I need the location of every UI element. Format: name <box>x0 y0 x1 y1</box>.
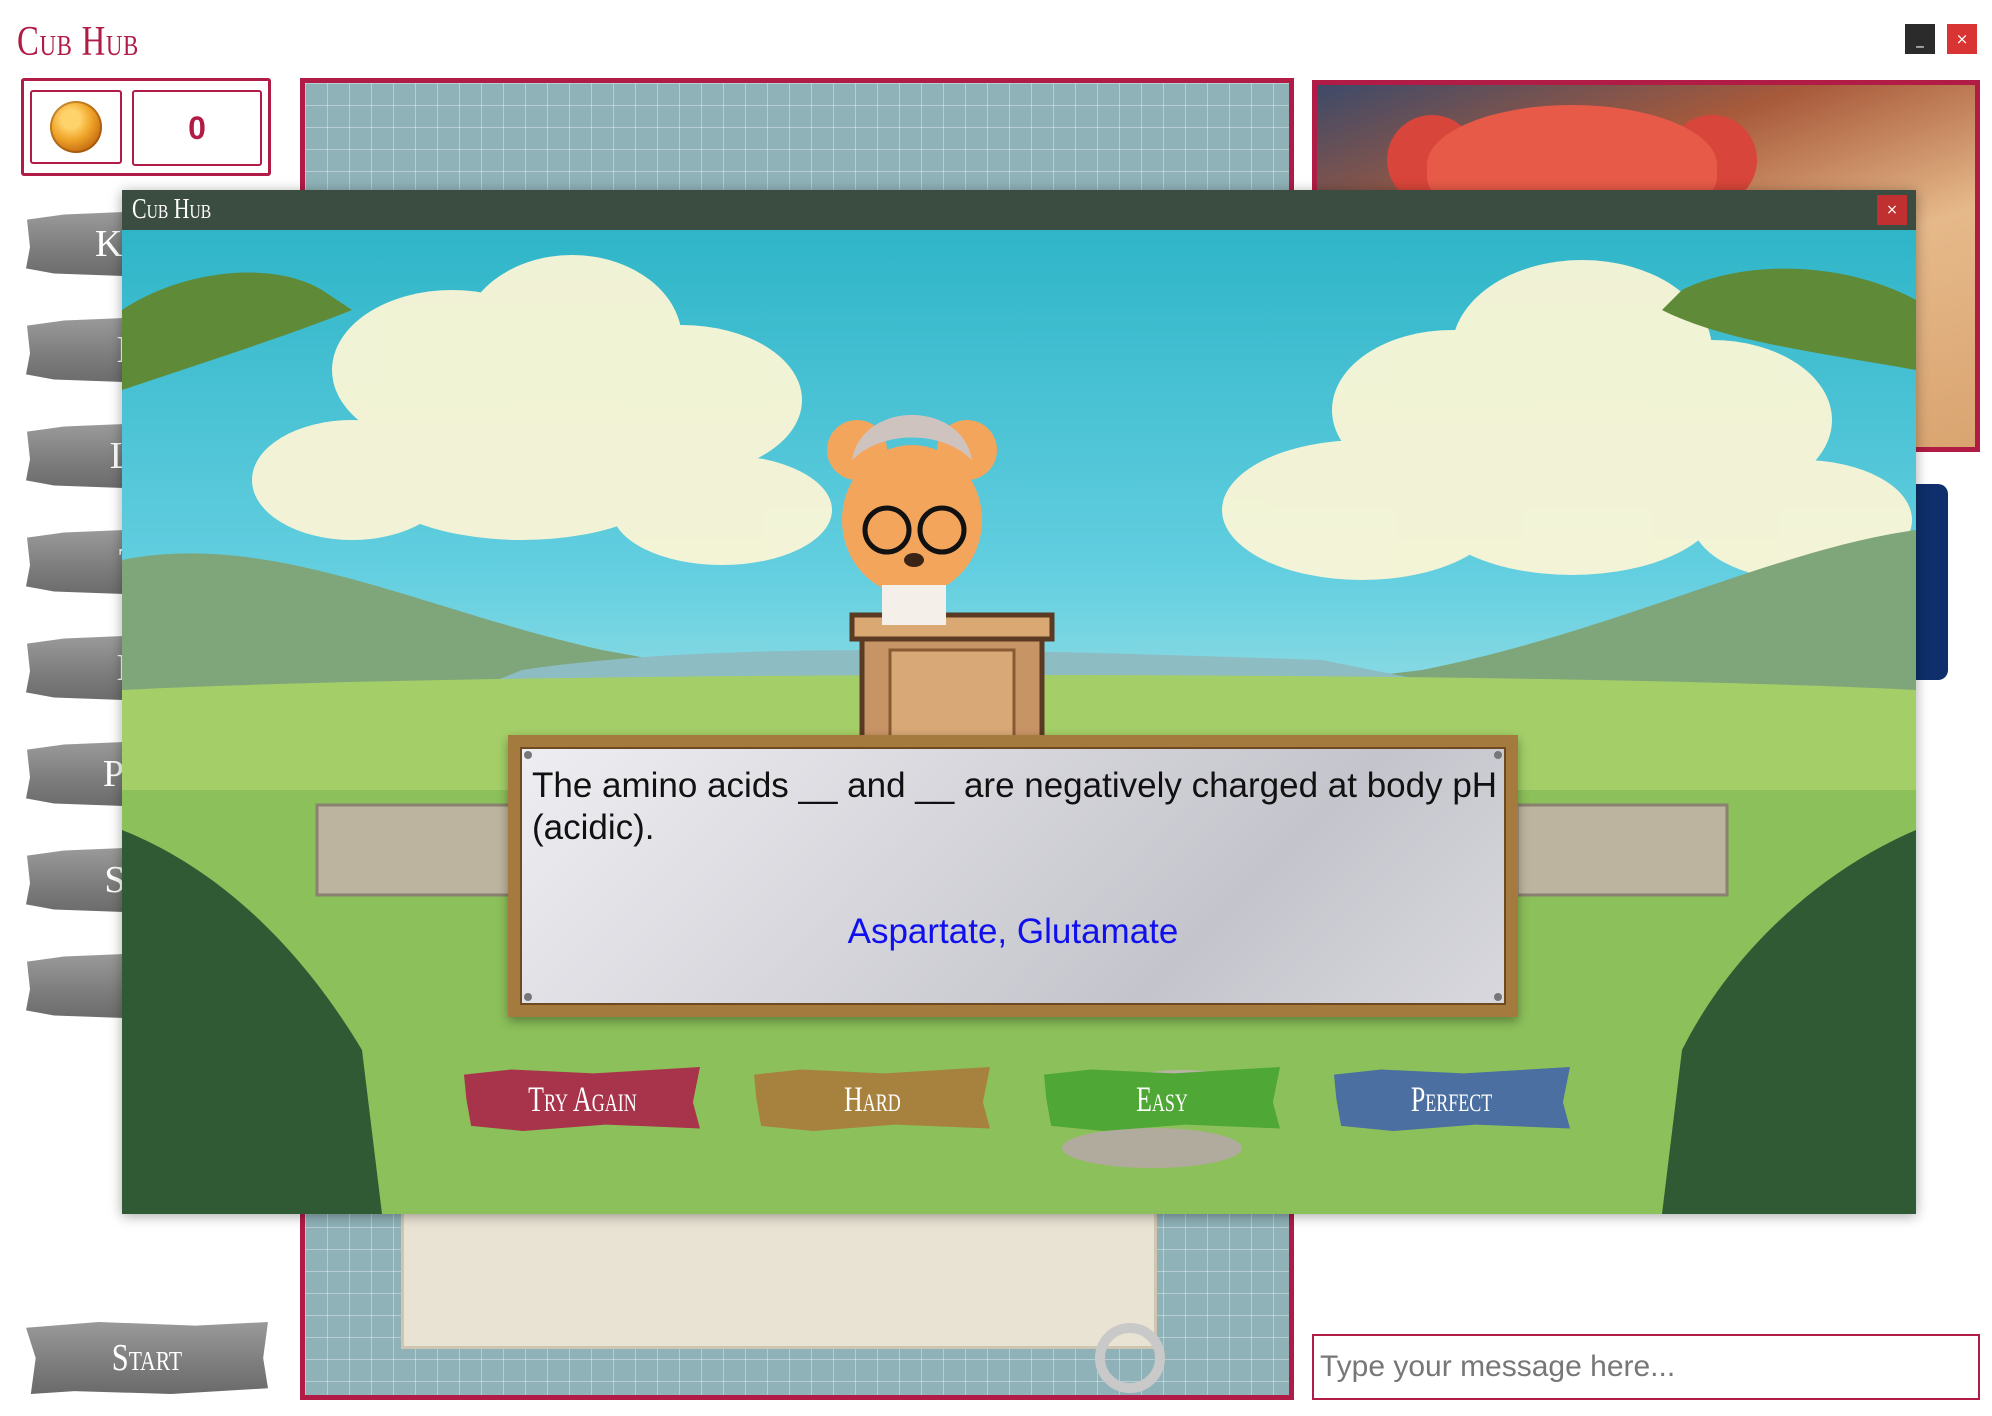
landscape-illustration <box>122 255 1916 1214</box>
app-title: Cub Hub <box>17 19 140 65</box>
hard-label: Hard <box>843 1079 901 1119</box>
nav-item-4[interactable]: T <box>26 530 124 594</box>
start-button[interactable]: Start <box>26 1322 268 1394</box>
nav-item-1[interactable]: Kn <box>26 212 124 276</box>
rivet <box>1494 993 1502 1001</box>
scene-illustration <box>122 230 1916 1214</box>
close-button[interactable]: × <box>1947 24 1977 54</box>
rivet <box>1494 751 1502 759</box>
nav-item-label: Pr <box>102 753 124 795</box>
modal-titlebar: Cub Hub × <box>122 190 1916 230</box>
try-again-label: Try Again <box>527 1079 637 1119</box>
hard-button[interactable]: Hard <box>754 1067 990 1131</box>
rivet <box>524 751 532 759</box>
nav-item-7[interactable]: Se <box>26 848 124 912</box>
easy-label: Easy <box>1136 1079 1188 1119</box>
easy-button[interactable]: Easy <box>1044 1067 1280 1131</box>
background-paper <box>401 1203 1157 1349</box>
perfect-label: Perfect <box>1411 1079 1493 1119</box>
question-text: The amino acids __ and __ are negatively… <box>532 766 1498 847</box>
nav-item-5[interactable]: B <box>26 636 124 700</box>
honey-badge <box>30 90 122 164</box>
chat-panel-edge <box>1912 484 1948 680</box>
start-label: Start <box>111 1337 183 1379</box>
minimize-button[interactable]: _ <box>1905 24 1935 54</box>
rivet <box>524 993 532 1001</box>
modal-title: Cub Hub <box>132 194 212 225</box>
try-again-button[interactable]: Try Again <box>464 1067 700 1131</box>
perfect-button[interactable]: Perfect <box>1334 1067 1570 1131</box>
question-board: The amino acids __ and __ are negatively… <box>508 735 1518 1017</box>
nav-item-3[interactable]: Li <box>26 424 124 488</box>
nav-item-8[interactable] <box>26 954 124 1018</box>
chat-input[interactable] <box>1312 1334 1980 1400</box>
answer-text: Aspartate, Glutamate <box>847 912 1179 951</box>
modal-close-button[interactable]: × <box>1877 195 1907 225</box>
nav-item-label: Kn <box>95 223 124 265</box>
honeycomb-icon <box>50 101 102 153</box>
flashcard-modal: Cub Hub × The amino acids __ and __ are … <box>122 190 1916 1214</box>
score-value: 0 <box>132 90 262 166</box>
background-ring <box>1095 1323 1165 1393</box>
nav-item-2[interactable]: B <box>26 318 124 382</box>
nav-item-6[interactable]: Pr <box>26 742 124 806</box>
